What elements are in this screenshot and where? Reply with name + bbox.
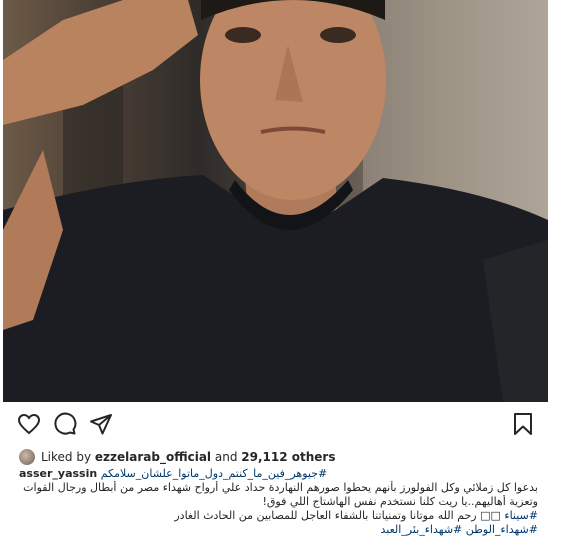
caption-line-2: بدعوا كل زملائي وكل الفولورز بأنهم يحطوا… (19, 481, 538, 494)
hashtag-sinai[interactable]: #سيناء (504, 509, 538, 522)
portrait-illustration (3, 0, 548, 402)
instagram-post: Liked by ezzelarab_official and 29,112 o… (3, 0, 548, 555)
caption-line-1: asser_yassin #جيوهر_فين_ما_كنتم_دول_ماتو… (19, 467, 538, 481)
heart-icon[interactable] (17, 412, 41, 436)
caption-hashtag[interactable]: #جيوهر_فين_ما_كنتم_دول_ماتوا_علشان_سلامك… (101, 467, 328, 480)
post-action-bar (3, 402, 548, 446)
liked-by-user[interactable]: ezzelarab_official (95, 450, 211, 464)
likes-and: and (214, 450, 238, 464)
avatar[interactable] (19, 449, 35, 465)
caption-line-4: #سيناء □□ رحم الله موتانا وتمنياتنا بالش… (19, 509, 538, 523)
comment-icon[interactable] (53, 412, 77, 436)
caption-username[interactable]: asser_yassin (19, 467, 97, 480)
likes-count-link[interactable]: 29,112 others (241, 450, 335, 464)
bookmark-icon[interactable] (511, 412, 535, 436)
caption-line-5[interactable]: #شهداء_الوطن #شهداء_بئر_العبد (19, 523, 539, 537)
share-icon[interactable] (89, 412, 113, 436)
likes-prefix: Liked by (41, 450, 92, 464)
likes-summary: Liked by ezzelarab_official and 29,112 o… (19, 447, 336, 467)
caption-prayer-text: رحم الله موتانا وتمنياتنا بالشفاء العاجل… (174, 509, 477, 522)
caption-marks: □□ (480, 509, 501, 522)
post-caption: asser_yassin #جيوهر_فين_ما_كنتم_دول_ماتو… (19, 467, 538, 537)
post-photo[interactable] (3, 0, 548, 402)
caption-line-3: !وتعزية أهاليهم..يا ريت كلنا نستخدم نفس … (262, 495, 538, 508)
